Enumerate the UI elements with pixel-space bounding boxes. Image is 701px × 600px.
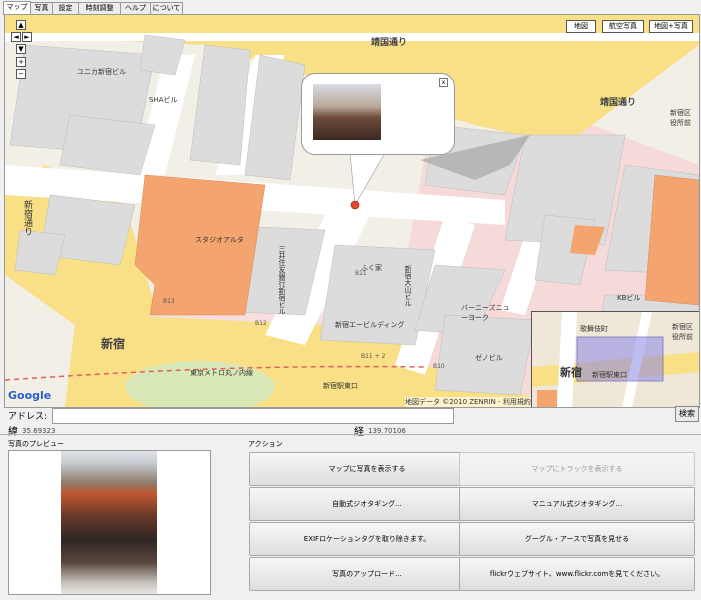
road-label-yasukuni-2: 靖国通り (600, 98, 637, 108)
tab-settings[interactable]: 設定 (52, 2, 79, 14)
route-number: B11 (355, 270, 367, 277)
search-button[interactable]: 検索 (675, 406, 699, 422)
minimap-label-ward-office: 新宿区役所前 (672, 323, 693, 341)
zoom-out-icon[interactable]: − (16, 69, 26, 79)
building-label-studio-alta: スタジオアルタ (195, 236, 244, 244)
building-label-ebuilding: 新宿エービルディング (335, 321, 405, 329)
road-label-yasukuni-1: 靖国通り (371, 38, 408, 48)
route-number: B11 + 2 (361, 353, 386, 360)
tab-help[interactable]: ヘルプ (120, 2, 151, 14)
building-label-zeno: ゼノビル (475, 354, 503, 362)
google-logo: Google (8, 389, 52, 402)
preview-title: 写真のプレビュー (8, 440, 64, 448)
photo-info-bubble: x (301, 73, 455, 155)
ward-office-label: 新宿区役所前 (670, 109, 691, 127)
area-label-shinjuku: 新宿 (101, 337, 126, 351)
tab-photos[interactable]: 写真 (30, 2, 53, 14)
building-label-barneys: バーニーズニューヨーク (461, 304, 510, 322)
route-number: B13 (163, 298, 175, 305)
overview-minimap[interactable]: 新宿 新宿駅東口 新宿区役所前 歌舞伎町 (531, 311, 699, 407)
tab-about[interactable]: について (150, 2, 183, 14)
pan-down-icon[interactable]: ▼ (16, 44, 26, 54)
view-in-google-earth-button[interactable]: グーグル・アースで写真を見せる (459, 522, 695, 556)
station-exit-label: 新宿駅東口 (323, 382, 358, 390)
show-photos-on-map-button[interactable]: マップに写真を表示する (249, 452, 485, 486)
address-input[interactable] (52, 408, 454, 424)
map-type-hybrid-button[interactable]: 地図+写真 (649, 20, 693, 33)
bubble-photo-thumbnail[interactable] (313, 84, 381, 140)
preview-photo[interactable] (61, 451, 157, 594)
pan-right-icon[interactable]: ► (22, 32, 32, 42)
pan-left-icon[interactable]: ◄ (11, 32, 21, 42)
address-label: アドレス: (8, 412, 48, 422)
manual-geotag-button[interactable]: マニュアル式ジオタギング... (459, 487, 695, 521)
tab-map[interactable]: マップ (3, 1, 31, 15)
metro-label: 東京メトロ丸ノ内線 (190, 369, 253, 377)
building-label-kb: KBビル (617, 294, 641, 302)
zoom-in-icon[interactable]: + (16, 57, 26, 67)
visit-flickr-button[interactable]: flickrウェブサイト、www.flickr.comを見てください。 (459, 557, 695, 591)
pan-up-icon[interactable]: ▲ (16, 20, 26, 30)
minimap-label-east-exit: 新宿駅東口 (592, 371, 627, 379)
upload-photos-button[interactable]: 写真のアップロード... (249, 557, 485, 591)
actions-title: アクション (248, 440, 283, 448)
tab-time-adjust[interactable]: 時刻調整 (78, 2, 121, 14)
map-type-satellite-button[interactable]: 航空写真 (602, 20, 644, 33)
minimap-label-shinjuku: 新宿 (560, 366, 582, 379)
panel-divider (0, 434, 701, 435)
map-type-map-button[interactable]: 地図 (566, 20, 596, 33)
building-label-sha: SHAビル (149, 96, 178, 104)
route-number: B10 (433, 363, 445, 370)
latitude-label: 緯 (8, 427, 18, 438)
photo-preview-panel (8, 450, 211, 595)
auto-geotag-button[interactable]: 自動式ジオタギング... (249, 487, 485, 521)
show-track-on-map-button[interactable]: マップにトラックを表示する (459, 452, 695, 486)
building-label-oyama: 新宿大山ビル (404, 265, 412, 307)
route-number: B12 (255, 320, 267, 327)
map-copyright: 地図データ ©2010 ZENRIN - 利用規約 (405, 397, 531, 407)
road-label-shinjuku-dori: 新宿通り (22, 200, 32, 236)
building-label-unika: ユニカ新宿ビル (77, 68, 126, 76)
remove-exif-location-button[interactable]: EXIFロケーションタグを取り除きます。 (249, 522, 485, 556)
close-icon[interactable]: x (439, 78, 448, 87)
longitude-label: 経 (354, 427, 364, 438)
tab-strip: マップ 写真 設定 時刻調整 ヘルプ について (0, 0, 701, 15)
building-label-mitsui: 三井住友銀行新宿ビル (278, 245, 286, 315)
map-view[interactable]: 靖国通り 靖国通り 新宿通り 新宿 東京メトロ丸ノ内線 新宿駅東口 新宿区役所前… (4, 14, 700, 408)
minimap-label-kabukicho: 歌舞伎町 (580, 325, 608, 333)
